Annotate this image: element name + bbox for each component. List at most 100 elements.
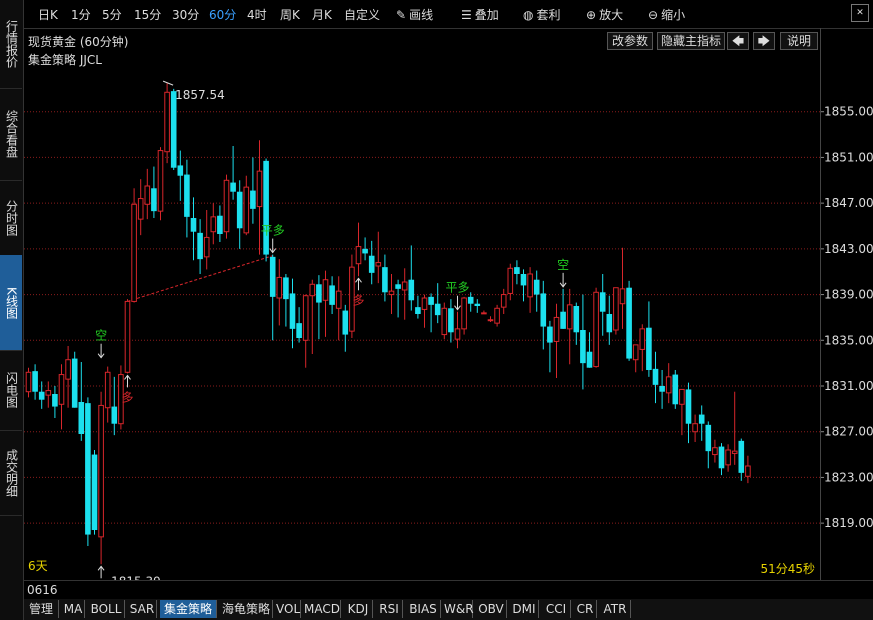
candle-body	[276, 276, 283, 299]
candle-body	[560, 311, 566, 329]
candle-body	[441, 307, 448, 336]
candle-body	[296, 323, 302, 338]
candle-body	[58, 374, 65, 405]
candle-body	[725, 449, 731, 466]
candle-body	[415, 307, 421, 314]
candle-body	[652, 368, 659, 385]
candle-body	[738, 440, 745, 473]
candle-body	[243, 186, 250, 234]
candle-body	[454, 328, 461, 340]
indicator-tab-10[interactable]: BIAS	[406, 600, 441, 618]
candle-body	[626, 287, 632, 359]
indicator-tab-4[interactable]: 集金策略	[160, 600, 217, 618]
days-label: 6天	[28, 559, 48, 573]
candle-body	[375, 262, 382, 267]
indicator-tab-8[interactable]: KDJ	[344, 600, 373, 618]
candle-body	[639, 328, 646, 350]
candle-body	[131, 203, 137, 302]
candle-body	[368, 255, 375, 273]
candle-body	[448, 308, 454, 333]
candle-body	[124, 300, 131, 373]
candle-body	[500, 294, 507, 308]
candlestick-chart[interactable]: 空平空多平多多平多空 1855.001851.001847.001843.001…	[0, 0, 873, 580]
candle-body	[164, 91, 170, 153]
date-label: 0616	[27, 583, 58, 597]
candle-body	[335, 290, 342, 309]
candle-body	[71, 358, 78, 408]
candle-body	[355, 246, 362, 265]
candle-body	[382, 267, 388, 293]
candle-body	[111, 406, 118, 424]
candle-body	[329, 285, 335, 305]
candle-body	[236, 191, 243, 229]
candle-body	[263, 160, 269, 255]
candle-body	[679, 388, 685, 405]
candle-body	[401, 281, 408, 291]
indicator-tabs: 管理 MA BOLL SAR 集金策略 海龟策略 VOL MACD KDJ RSI BIAS W&R O…	[24, 599, 873, 620]
indicator-tab-2[interactable]: BOLL	[88, 600, 125, 618]
countdown-timer: 51分45秒	[760, 562, 815, 576]
candle-body	[395, 284, 401, 289]
candle-body	[705, 424, 712, 452]
indicator-tab-15[interactable]: CR	[574, 600, 597, 618]
candle-body	[184, 174, 190, 217]
candle-body	[322, 279, 329, 301]
candle-body	[580, 330, 586, 364]
candle-body	[553, 316, 560, 342]
candle-body	[144, 185, 151, 205]
candle-body	[593, 291, 599, 368]
candle-body	[217, 215, 223, 234]
candle-body	[309, 283, 316, 297]
candle-body	[283, 277, 289, 300]
candle-body	[646, 327, 652, 370]
candle-body	[421, 297, 428, 310]
candle-body	[606, 314, 613, 333]
candle-body	[659, 386, 665, 392]
indicator-tab-5[interactable]: 海龟策略	[220, 600, 273, 618]
candle-body	[157, 150, 164, 212]
candle-body	[289, 293, 296, 329]
candle-body	[408, 279, 415, 301]
indicator-tab-12[interactable]: OBV	[476, 600, 507, 618]
signal-label: 空	[95, 329, 107, 343]
signal-layer: 空平空多平多多平多空	[95, 224, 569, 579]
indicator-tab-9[interactable]: RSI	[376, 600, 403, 618]
candle-body	[573, 306, 580, 333]
candle-body	[190, 218, 197, 232]
indicator-tab-0[interactable]: 管理	[24, 600, 59, 618]
candle-body	[203, 236, 210, 258]
signal-label: 平多	[261, 224, 285, 238]
signal-label: 空	[557, 258, 569, 272]
indicator-tab-1[interactable]: MA	[62, 600, 85, 618]
indicator-tab-7[interactable]: MACD	[304, 600, 341, 618]
candle-body	[487, 319, 494, 322]
candle-body	[474, 303, 481, 306]
indicator-tab-16[interactable]: ATR	[600, 600, 631, 618]
candle-body	[52, 394, 58, 407]
candle-body	[514, 267, 520, 274]
candle-body	[613, 287, 619, 331]
high-marker	[162, 80, 174, 86]
candle-body	[461, 297, 467, 330]
indicator-tab-14[interactable]: CCI	[542, 600, 571, 618]
candle-body	[177, 165, 184, 176]
indicator-tab-6[interactable]: VOL	[276, 600, 301, 618]
candle-body	[494, 307, 500, 324]
indicator-tab-3[interactable]: SAR	[128, 600, 157, 618]
candle-body	[210, 216, 217, 233]
candle-body	[388, 290, 395, 296]
signal-label: 平多	[445, 281, 469, 295]
candle-body	[434, 303, 441, 316]
candle-body	[269, 256, 276, 297]
candle-body	[685, 389, 692, 424]
candle-body	[599, 292, 606, 312]
candle-body	[32, 371, 38, 392]
signal-label: 多	[352, 293, 364, 307]
candle-body	[718, 446, 725, 469]
candle-body	[467, 296, 474, 304]
candle-body	[230, 182, 236, 192]
candle-body	[481, 312, 487, 315]
candle-body	[250, 190, 256, 209]
indicator-tab-11[interactable]: W&R	[444, 600, 474, 618]
indicator-tab-13[interactable]: DMI	[510, 600, 539, 618]
